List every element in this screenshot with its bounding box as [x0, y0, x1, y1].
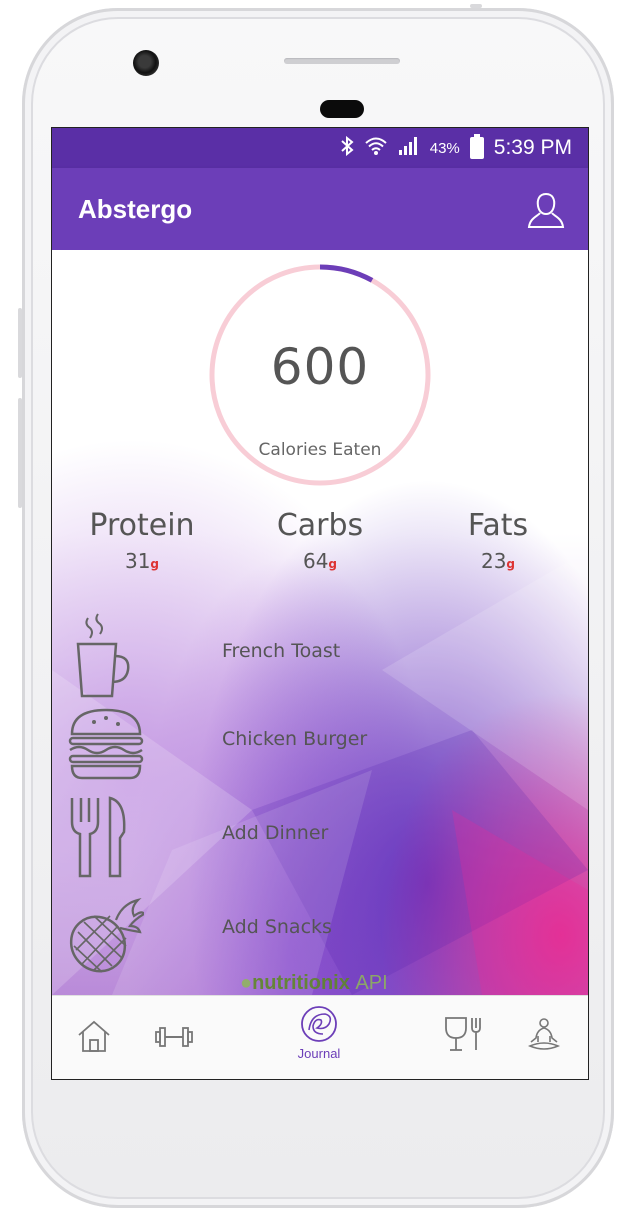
status-bar: 43% 5:39 PM — [52, 128, 588, 168]
home-icon — [78, 1020, 110, 1052]
coffee-cup-icon — [76, 613, 130, 698]
side-button — [18, 308, 22, 378]
nav-workout[interactable] — [152, 1022, 196, 1079]
user-profile-icon — [527, 192, 565, 228]
bluetooth-icon — [340, 135, 354, 160]
glass-fork-icon — [445, 1017, 481, 1051]
meditation-icon — [527, 1018, 561, 1050]
macro-name: Protein — [89, 508, 195, 543]
bottom-nav: Journal — [52, 995, 588, 1079]
wifi-icon — [364, 136, 388, 160]
meal-row-dinner[interactable]: Add Dinner — [52, 792, 588, 882]
battery-percent: 43% — [429, 139, 460, 157]
macro-value: 31g — [124, 549, 160, 573]
macro-value: 64g — [302, 549, 338, 573]
earpiece-speaker — [284, 58, 400, 64]
macro-carbs: Carbs 64g — [230, 508, 410, 573]
meal-label: French Toast — [222, 640, 341, 662]
macro-name: Fats — [467, 508, 529, 543]
meal-label: Add Snacks — [222, 916, 332, 938]
macro-unit: g — [506, 557, 516, 571]
meal-label: Chicken Burger — [222, 728, 368, 750]
app-bar: Abstergo — [52, 168, 588, 250]
nav-home[interactable] — [74, 1018, 114, 1079]
macro-name: Carbs — [276, 508, 364, 543]
fork-knife-icon — [70, 796, 126, 878]
macro-value: 23g — [480, 549, 516, 573]
app-title: Abstergo — [78, 194, 193, 224]
apple-icon: ● — [240, 972, 253, 994]
battery-icon — [469, 134, 484, 159]
journal-icon — [301, 1006, 337, 1042]
calories-value: 600 — [270, 338, 370, 396]
front-camera — [133, 50, 159, 76]
meal-label: Add Dinner — [222, 822, 329, 844]
pineapple-icon — [69, 897, 144, 973]
nutritionix-badge: ●nutritionix API — [240, 972, 388, 995]
status-time: 5:39 PM — [493, 136, 572, 159]
phone-screen: 43% 5:39 PM Abstergo 600 Calories Eaten … — [51, 127, 589, 1080]
side-button — [18, 398, 22, 508]
profile-button[interactable] — [526, 190, 566, 230]
macro-unit: g — [328, 557, 338, 571]
nav-diet[interactable] — [444, 1014, 484, 1079]
proximity-sensor — [320, 100, 364, 118]
meal-row-lunch[interactable]: Chicken Burger — [52, 698, 588, 788]
api-suffix: API — [355, 972, 388, 994]
signal-icon — [398, 136, 420, 160]
meal-row-snacks[interactable]: Add Snacks — [52, 886, 588, 976]
macro-unit: g — [150, 557, 160, 571]
burger-icon — [68, 708, 144, 780]
meal-row-breakfast[interactable]: French Toast — [52, 610, 588, 700]
nutritionix-brand: nutritionix — [252, 972, 350, 994]
nav-wellness[interactable] — [524, 1018, 564, 1079]
nav-journal-label: Journal — [297, 1046, 341, 1061]
macro-fats: Fats 23g — [408, 508, 588, 573]
top-button — [470, 4, 482, 8]
dumbbell-icon — [155, 1027, 193, 1047]
nav-journal[interactable]: Journal — [284, 1004, 354, 1074]
calories-label: Calories Eaten — [258, 440, 382, 460]
journal-content: 600 Calories Eaten Protein 31g Carbs 64g… — [52, 250, 588, 995]
macro-protein: Protein 31g — [52, 508, 232, 573]
